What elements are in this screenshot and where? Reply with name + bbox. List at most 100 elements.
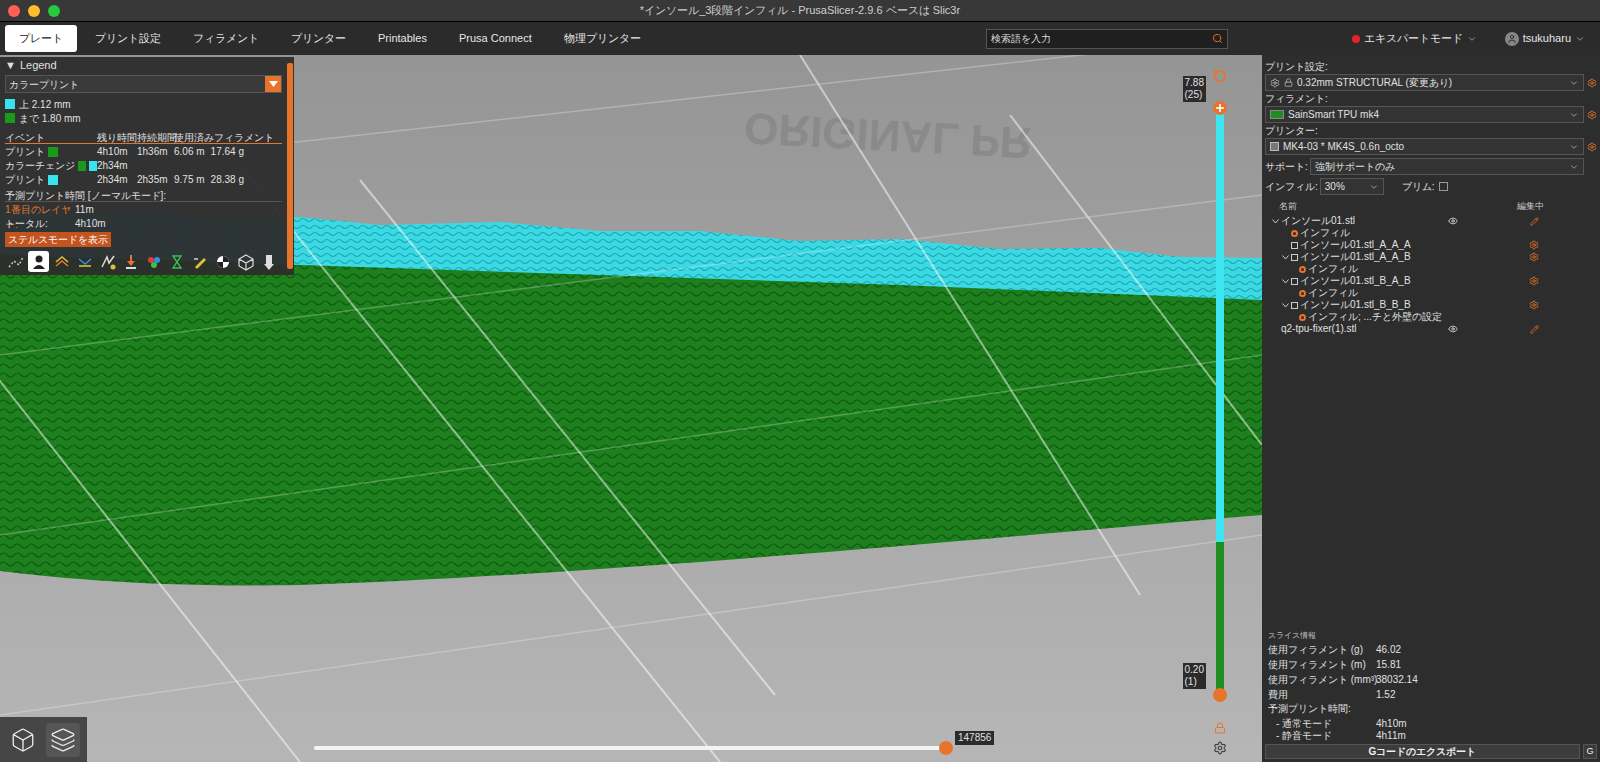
tab[interactable]: プリント設定 xyxy=(81,25,175,52)
object-list-row[interactable]: インソール01.stl xyxy=(1265,215,1597,227)
legend-option-icon xyxy=(214,253,232,271)
preset-settings-icon[interactable] xyxy=(1587,110,1597,120)
send-button[interactable]: G xyxy=(1583,744,1597,759)
object-name: インフィル xyxy=(1300,227,1350,239)
export-gcode-button[interactable]: Gコードのエクスポート xyxy=(1265,744,1580,759)
slice-info-row: 使用フィラメント (g)46.02 xyxy=(1268,642,1594,657)
tab[interactable]: Prusa Connect xyxy=(445,25,546,52)
gear-icon[interactable] xyxy=(1529,276,1539,286)
stealth-mode-button[interactable]: ステルスモードを表示 xyxy=(5,232,111,247)
infill-row: インフィル:30%ブリム: xyxy=(1265,178,1597,195)
tab[interactable]: フィラメント xyxy=(179,25,273,52)
object-name: インソール01.stl xyxy=(1281,215,1355,227)
preset-group: プリンター:MK4-03 * MK4S_0.6n_octo xyxy=(1265,123,1597,155)
track-segment xyxy=(1216,108,1224,542)
dropdown-icon xyxy=(1569,110,1579,120)
user-menu[interactable]: tsukuharu xyxy=(1505,30,1585,47)
lock-icon[interactable] xyxy=(1214,722,1226,734)
settings-icon xyxy=(1299,290,1306,297)
eye-icon[interactable] xyxy=(1448,324,1458,334)
upper-thumb[interactable] xyxy=(1213,101,1227,115)
legend-toolbar-button[interactable] xyxy=(5,251,26,272)
legend-toggle[interactable]: ▼ xyxy=(5,57,16,74)
plus-icon xyxy=(1216,104,1224,112)
preset-settings-icon[interactable] xyxy=(1587,142,1597,152)
lower-thumb[interactable] xyxy=(1213,688,1227,702)
minimize-button[interactable] xyxy=(28,5,40,17)
legend-panel: ▼Legendカラープリント上 2.12 mmまで 1.80 mmイベント残り時… xyxy=(0,57,294,275)
view-type-value: カラープリント xyxy=(6,77,265,92)
preset-select[interactable]: SainSmart TPU mk4 xyxy=(1265,106,1584,123)
time-title: 予測プリント時間: xyxy=(1268,702,1594,716)
object-list-row[interactable]: インソール01.stl_B_A_B xyxy=(1265,275,1597,287)
preset-select[interactable]: 0.32mm STRUCTURAL (変更あり) xyxy=(1265,74,1584,91)
object-name: インフィル xyxy=(1308,287,1358,299)
object-list-row[interactable]: q2-tpu-fixer(1).stl xyxy=(1265,323,1597,335)
legend-toolbar-button[interactable] xyxy=(51,251,72,272)
reset-icon[interactable] xyxy=(1213,69,1227,83)
legend-toolbar-button[interactable] xyxy=(143,251,164,272)
gear-icon[interactable] xyxy=(1529,240,1539,250)
slice-info: スライス情報使用フィラメント (g)46.02使用フィラメント (m)15.81… xyxy=(1262,630,1600,740)
zoom-button[interactable] xyxy=(48,5,60,17)
infill-select[interactable]: 30% xyxy=(1320,178,1384,195)
legend-toolbar-button[interactable] xyxy=(166,251,187,272)
color-swatch xyxy=(5,113,15,123)
eye-icon[interactable] xyxy=(1448,216,1458,226)
legend-option-icon xyxy=(145,253,163,271)
user-icon xyxy=(1507,34,1517,44)
estimate-row: トータル:4h10m xyxy=(5,216,282,230)
legend-scrollbar[interactable] xyxy=(287,63,293,269)
preset-gear-icon xyxy=(1270,78,1280,88)
preset-settings-icon[interactable] xyxy=(1587,78,1597,88)
preset-select[interactable]: MK4-03 * MK4S_0.6n_octo xyxy=(1265,138,1584,155)
legend-toolbar-button[interactable] xyxy=(189,251,210,272)
part-icon xyxy=(1291,254,1298,261)
estimate-title: 予測プリント時間 [ノーマルモード]: xyxy=(5,188,282,202)
mode-selector[interactable]: エキスパートモード xyxy=(1352,30,1477,47)
object-list-row[interactable]: インフィル xyxy=(1265,263,1597,275)
dropdown-arrow[interactable] xyxy=(265,76,281,92)
object-list-row[interactable]: インソール01.stl_A_A_B xyxy=(1265,251,1597,263)
edit-icon[interactable] xyxy=(1530,217,1539,226)
object-list-row[interactable]: インフィル xyxy=(1265,227,1597,239)
legend-header[interactable]: ▼Legend xyxy=(5,58,282,73)
legend-toolbar-button[interactable] xyxy=(74,251,95,272)
support-select[interactable]: 強制サポートのみ xyxy=(1310,158,1584,175)
legend-option-icon xyxy=(30,253,48,271)
gear-icon[interactable] xyxy=(1529,300,1539,310)
legend-toolbar-button[interactable] xyxy=(28,251,49,272)
close-button[interactable] xyxy=(8,5,20,17)
edit-icon[interactable] xyxy=(1530,325,1539,334)
legend-toolbar-button[interactable] xyxy=(258,251,279,272)
brim-checkbox[interactable] xyxy=(1439,182,1448,191)
search-field[interactable]: 検索語を入力 xyxy=(986,29,1228,49)
legend-toolbar-button[interactable] xyxy=(97,251,118,272)
tab[interactable]: 物理プリンター xyxy=(550,25,655,52)
mode-dot xyxy=(1352,35,1360,43)
tab[interactable]: Printables xyxy=(364,25,441,52)
expand-caret-icon[interactable] xyxy=(1282,255,1289,260)
tab-bar: プレートプリント設定フィラメントプリンターPrintablesPrusa Con… xyxy=(0,22,1600,55)
view-button[interactable] xyxy=(46,723,80,757)
move-thumb[interactable] xyxy=(939,741,953,755)
move-slider[interactable]: 147856 xyxy=(314,741,946,755)
object-list-row[interactable]: インソール01.stl_B_B_B xyxy=(1265,299,1597,311)
tab[interactable]: プレート xyxy=(5,25,77,52)
view-button[interactable] xyxy=(6,723,40,757)
object-list-row[interactable]: インソール01.stl_A_A_A xyxy=(1265,239,1597,251)
gear-icon[interactable] xyxy=(1529,252,1539,262)
object-list-row[interactable]: インフィル xyxy=(1265,287,1597,299)
expand-caret-icon[interactable] xyxy=(1282,279,1289,284)
view-type-select[interactable]: カラープリント xyxy=(5,75,282,93)
legend-toolbar-button[interactable] xyxy=(120,251,141,272)
object-list-row[interactable]: インフィル; ...チと外壁の設定 xyxy=(1265,311,1597,323)
layer-slider-track[interactable]: 7.88(25)0.20(1) xyxy=(1216,108,1224,695)
viewport[interactable]: ORIGINAL PR▼Legendカラープリント上 2.12 mmまで 1.8… xyxy=(0,55,1262,762)
legend-toolbar-button[interactable] xyxy=(212,251,233,272)
gear-icon[interactable] xyxy=(1213,741,1227,755)
expand-caret-icon[interactable] xyxy=(1272,219,1279,224)
expand-caret-icon[interactable] xyxy=(1282,303,1289,308)
tab[interactable]: プリンター xyxy=(277,25,360,52)
legend-toolbar-button[interactable] xyxy=(235,251,256,272)
